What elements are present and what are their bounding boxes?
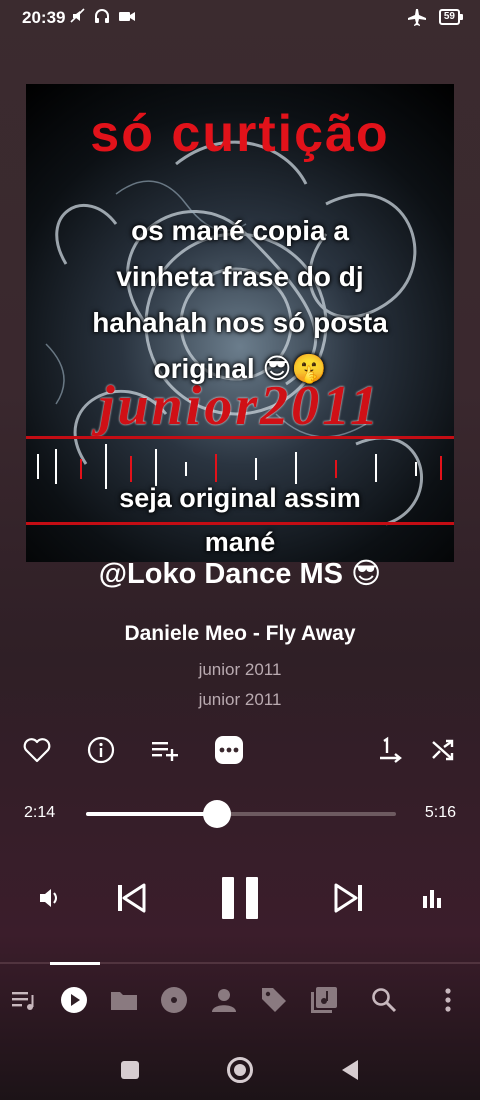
home-button[interactable] (220, 1050, 260, 1090)
add-to-queue-button[interactable] (145, 730, 185, 770)
add-to-queue-icon (152, 742, 178, 761)
library-icon (311, 987, 337, 1013)
recents-button[interactable] (110, 1050, 150, 1090)
favorite-button[interactable] (17, 730, 57, 770)
nav-library[interactable] (304, 975, 344, 1025)
search-icon (372, 988, 397, 1013)
caption-line: seja original assim (119, 483, 361, 513)
headphones-icon (95, 9, 110, 23)
more-options-button[interactable] (209, 730, 249, 770)
artist-icon (212, 989, 236, 1012)
elapsed-time: 2:14 (24, 804, 56, 821)
equalizer-icon (423, 890, 441, 908)
more-vert-icon (445, 988, 451, 1012)
artwork-banner-top: só curtição (90, 105, 390, 163)
next-icon (334, 883, 362, 913)
previous-icon (118, 883, 146, 913)
sort-button[interactable] (371, 730, 411, 770)
equalizer-button[interactable] (412, 878, 452, 918)
info-icon (87, 736, 115, 764)
pause-icon (222, 877, 258, 919)
seek-bar-progress (86, 812, 217, 816)
nav-active-indicator (50, 962, 100, 965)
nav-genres[interactable] (254, 975, 294, 1025)
track-actions (0, 730, 480, 770)
caption-line: os mané copia a (131, 215, 349, 246)
track-title: Daniele Meo - Fly Away (124, 622, 356, 645)
total-duration: 5:16 (424, 804, 456, 821)
album-artwork[interactable]: só curtição junior2011 os mané copia a v… (26, 84, 454, 562)
status-bar: 20:39 59 (0, 0, 480, 36)
shuffle-button[interactable] (423, 730, 463, 770)
tag-icon (262, 988, 286, 1012)
track-artist[interactable]: junior 2011 (0, 660, 480, 680)
status-icons-left (70, 8, 136, 26)
artwork-caption: os mané copia a vinheta frase do dj haha… (26, 208, 454, 392)
back-icon (342, 1060, 358, 1080)
next-button[interactable] (326, 873, 372, 923)
battery-icon: 59 (438, 9, 464, 25)
nav-now-playing[interactable] (54, 975, 94, 1025)
artwork-divider (26, 436, 454, 439)
recents-icon (121, 1061, 139, 1079)
heart-icon (23, 738, 51, 763)
seek-bar-thumb[interactable] (203, 800, 231, 828)
caption-line: vinheta frase do dj (116, 261, 364, 292)
artwork-caption-2: seja original assim mané (26, 476, 454, 562)
now-playing-icon (61, 987, 87, 1013)
nav-artists[interactable] (204, 975, 244, 1025)
nav-albums[interactable] (154, 975, 194, 1025)
pause-button[interactable] (212, 868, 268, 928)
caption-line: original 😎🤫 (153, 353, 327, 384)
nav-queue[interactable] (4, 975, 44, 1025)
airplane-icon (407, 9, 426, 26)
previous-button[interactable] (108, 873, 154, 923)
more-icon (215, 736, 243, 764)
nav-search[interactable] (364, 975, 404, 1025)
caption-line: hahahah nos só posta (92, 307, 388, 338)
status-icons-right: 59 (407, 8, 464, 26)
artwork-credit: @Loko Dance MS 😎 (98, 558, 382, 590)
back-button[interactable] (330, 1050, 370, 1090)
sort-icon (380, 736, 402, 763)
folder-icon (111, 992, 137, 1010)
queue-icon (12, 992, 34, 1010)
home-icon (227, 1057, 253, 1083)
volume-icon (40, 889, 57, 907)
system-nav-bar (0, 1040, 480, 1100)
info-button[interactable] (81, 730, 121, 770)
video-icon (119, 12, 136, 21)
album-icon (161, 987, 187, 1013)
bottom-nav (0, 975, 480, 1025)
volume-button[interactable] (30, 878, 70, 918)
nav-more[interactable] (428, 975, 468, 1025)
track-album[interactable]: junior 2011 (0, 690, 480, 710)
status-time: 20:39 (22, 8, 66, 27)
mute-icon (70, 8, 85, 23)
shuffle-icon (432, 739, 454, 761)
nav-folders[interactable] (104, 975, 144, 1025)
